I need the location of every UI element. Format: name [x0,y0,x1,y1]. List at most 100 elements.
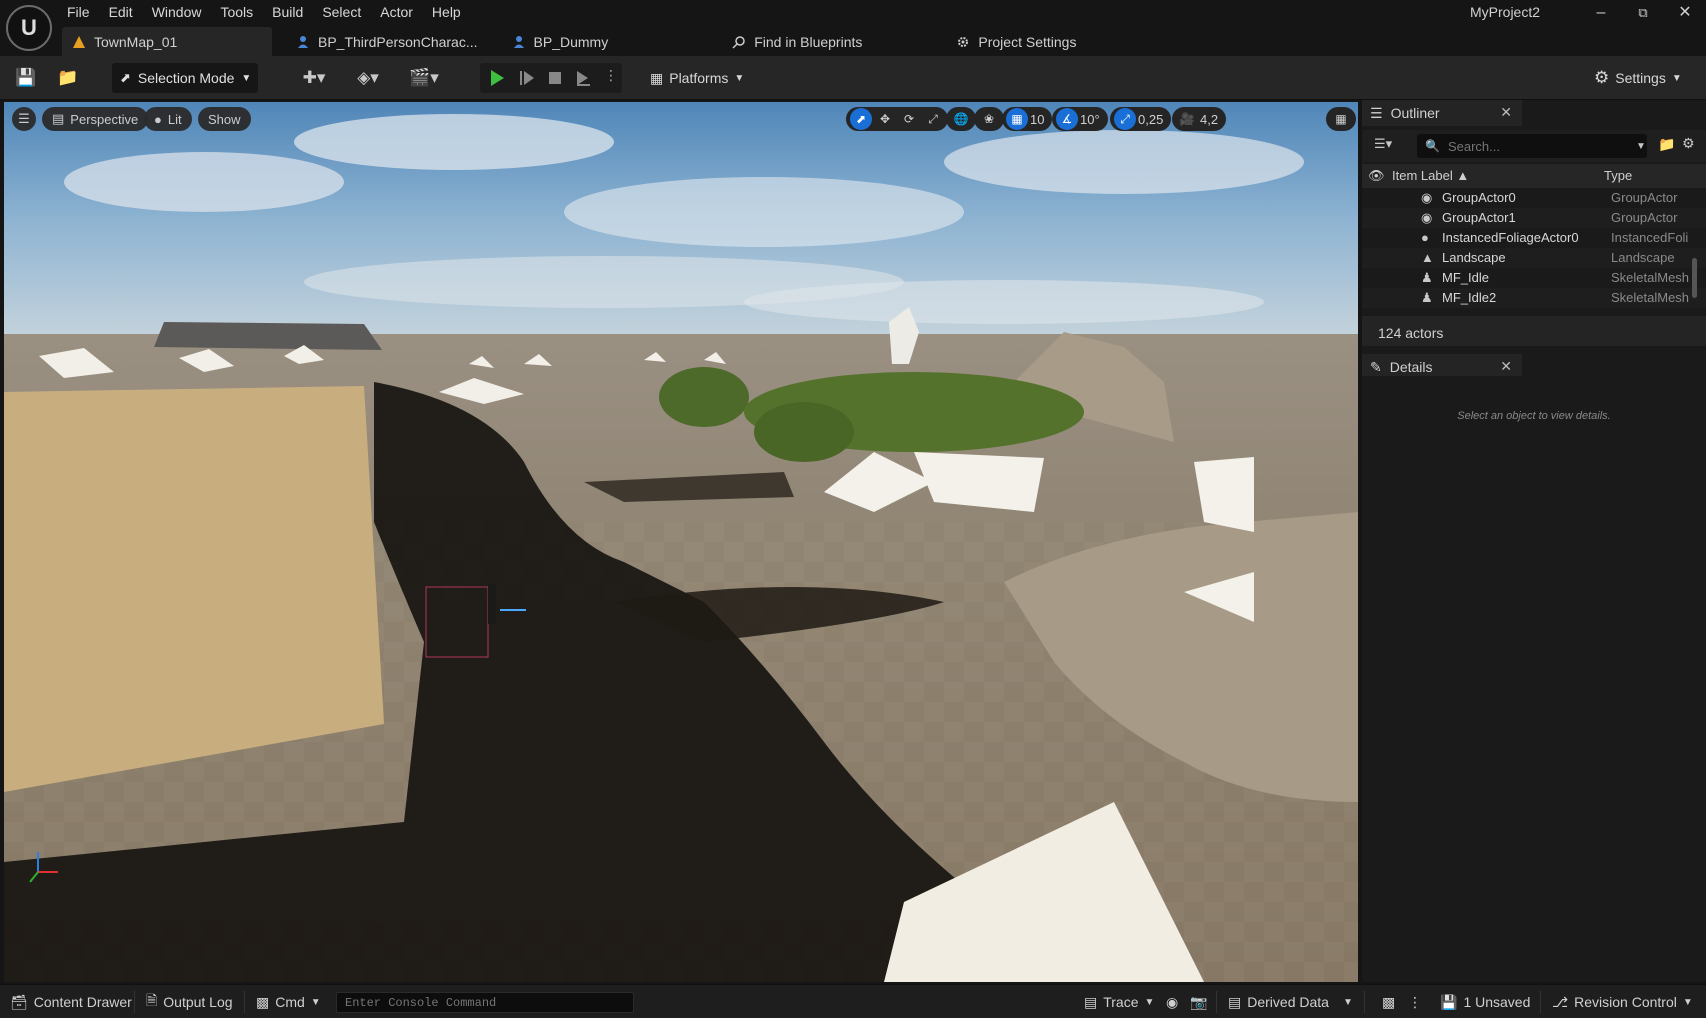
transform-tools: ⬈ ✥ ⟳ ⤢ [846,107,948,131]
surface-snap-icon[interactable]: ❀ [978,108,1000,130]
row-label: Landscape [1442,250,1506,265]
blueprint-icon[interactable]: ◈▾ [348,66,388,90]
add-actor-icon[interactable]: ✚▾ [294,66,334,90]
scene-render[interactable] [4,102,1358,982]
level-viewport[interactable]: ☰ ▤ Perspective ● Lit Show ⬈ ✥ ⟳ ⤢ 🌐 ❀ ▦ 1… [4,102,1358,982]
outliner-row[interactable]: ◉ GroupActor1 GroupActor [1362,208,1706,228]
derived-data-button[interactable]: ▤ Derived Data ▼ [1228,985,1353,1018]
step-icon[interactable] [518,69,536,87]
derived-data-label: Derived Data [1247,994,1329,1010]
select-tool-icon[interactable]: ⬈ [850,108,872,130]
col-item-label[interactable]: Item Label ▲ [1392,168,1469,183]
rotate-tool-icon[interactable]: ⟳ [898,108,920,130]
camera-speed[interactable]: 🎥 4,2 [1172,107,1227,131]
record-icon[interactable]: ◉ [1166,985,1178,1018]
trace-button[interactable]: ▤ Trace ▼ [1084,985,1154,1018]
outliner-search[interactable]: 🔍 ▼ [1417,134,1647,158]
outliner-row[interactable]: ◉ GroupActor0 GroupActor [1362,188,1706,208]
world-space-icon[interactable]: 🌐 [950,108,972,130]
gear-icon: ⚙ [1594,68,1610,87]
outliner-row[interactable]: ● InstancedFoliageActor0 InstancedFoli [1362,228,1706,248]
unreal-logo-icon[interactable]: U [6,5,52,51]
blueprint-person-icon [513,35,524,48]
menu-window[interactable]: Window [147,0,216,24]
right-panel: ☰ Outliner ✕ ☰▾ 🔍 ▼ 📁 ⚙ 👁 Item Label ▲ T… [1362,100,1706,982]
tab-find-in-blueprints[interactable]: Find in Blueprints [722,27,876,56]
menu-actor[interactable]: Actor [375,0,427,24]
divider [244,991,245,1013]
restore-icon[interactable]: ⧉ [1626,2,1660,24]
scale-snap[interactable]: ⤢ 0,25 [1110,107,1172,131]
settings-button[interactable]: ⚙ Settings ▼ [1594,63,1682,93]
tab-label: BP_ThirdPersonCharac... [318,33,478,50]
filter-icon[interactable]: ☰▾ [1374,136,1392,152]
tab-townmap[interactable]: TownMap_01 [62,27,272,56]
close-window-icon[interactable]: ✕ [1668,2,1702,24]
sandstone-wall [4,386,384,792]
menu-select[interactable]: Select [317,0,375,24]
platforms-button[interactable]: ▦ Platforms ▼ [650,63,744,93]
add-folder-icon[interactable]: 📁 [1658,136,1675,153]
tab-project-settings[interactable]: Project Settings [946,27,1090,56]
details-body [1362,376,1706,982]
more-options-icon[interactable]: ⋮ [604,67,618,84]
grid-icon: ▦ [1006,108,1028,130]
col-item-label-text: Item Label [1392,168,1453,183]
col-type[interactable]: Type [1604,168,1632,183]
scale-tool-icon[interactable]: ⤢ [922,108,944,130]
move-tool-icon[interactable]: ✥ [874,108,896,130]
eject-icon[interactable] [574,69,592,87]
close-icon[interactable]: ✕ [1500,104,1512,121]
search-input[interactable] [1447,138,1628,154]
cube-icon: ▤ [52,111,65,126]
cmd-dropdown[interactable]: ▩ Cmd ▼ [256,985,321,1018]
content-drawer-button[interactable]: 🗃 Content Drawer [10,985,132,1018]
row-type: SkeletalMesh [1611,290,1690,305]
menu-edit[interactable]: Edit [104,0,147,24]
console-command-input[interactable] [336,992,634,1013]
viewport-layout[interactable]: ▦ [1326,107,1356,131]
rotation-snap[interactable]: ∡ 10° [1052,107,1108,131]
eye-icon[interactable]: 👁 [1368,168,1385,184]
close-icon[interactable]: ✕ [1500,358,1512,375]
menu-help[interactable]: Help [427,0,475,24]
outliner-tab[interactable]: ☰ Outliner ✕ [1362,100,1522,126]
minimize-icon[interactable]: – [1584,2,1618,24]
project-name: MyProject2 [1470,4,1541,20]
unsaved-button[interactable]: 💾 1 Unsaved [1440,985,1530,1018]
grid-snap[interactable]: ▦ 10 [1002,107,1053,131]
menu-build[interactable]: Build [267,0,317,24]
notifications-icon[interactable]: ▩ [1382,985,1395,1018]
menu-tools[interactable]: Tools [215,0,267,24]
outliner-icon: ☰ [1370,104,1383,121]
stop-icon[interactable] [546,69,564,87]
gear-icon[interactable]: ⚙ [1682,135,1695,152]
row-label: InstancedFoliageActor0 [1442,230,1579,245]
revision-control-button[interactable]: ⎇ Revision Control ▼ [1552,985,1693,1018]
trace-icon: ▤ [1084,993,1098,1010]
output-log-button[interactable]: 🗎 Output Log [146,985,233,1018]
outliner-scrollbar[interactable] [1692,258,1697,298]
content-drawer-label: Content Drawer [33,994,132,1010]
show-button[interactable]: Show [198,107,251,131]
screenshot-icon[interactable]: 📷 [1190,985,1207,1018]
cinematics-icon[interactable]: 🎬▾ [404,66,444,90]
tab-bp-thirdperson[interactable]: BP_ThirdPersonCharac... [286,27,492,56]
play-icon[interactable] [488,69,506,87]
content-browse-icon[interactable]: 📁 [56,66,80,90]
perspective-button[interactable]: ▤ Perspective [42,107,149,131]
outliner-row[interactable]: ♟ MF_Idle SkeletalMesh [1362,268,1706,288]
selection-mode-dropdown[interactable]: ⬈ Selection Mode ▼ [112,63,258,93]
cloud [744,280,1264,324]
outliner-row[interactable]: ♟ MF_Idle2 SkeletalMesh [1362,288,1706,308]
tab-bp-dummy[interactable]: BP_Dummy [502,27,623,56]
menu-file[interactable]: File [62,0,104,24]
landscape-icon: ▲ [1421,250,1434,265]
row-type: InstancedFoli [1611,230,1689,245]
outliner-row[interactable]: ▲ Landscape Landscape [1362,248,1706,268]
find-icon [732,35,745,49]
save-icon[interactable]: 💾 [14,66,38,90]
viewport-options-button[interactable]: ☰ [12,107,36,131]
more-options-icon[interactable]: ⋮ [1408,985,1422,1018]
lit-button[interactable]: ● Lit [144,107,192,131]
